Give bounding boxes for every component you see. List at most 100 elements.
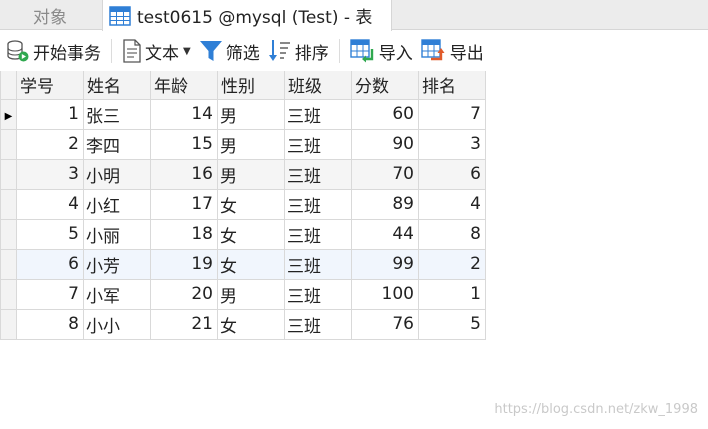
- cell-name[interactable]: 小芳: [83, 248, 151, 280]
- cell-age[interactable]: 14: [150, 98, 218, 130]
- cell-name[interactable]: 小小: [83, 308, 151, 340]
- cell-score[interactable]: 70: [351, 158, 419, 190]
- cell-age[interactable]: 18: [150, 218, 218, 250]
- tab-table-label: test0615 @mysql (Test) - 表: [137, 8, 373, 28]
- column-header-rank[interactable]: 排名: [418, 71, 486, 100]
- cell-name[interactable]: 小明: [83, 158, 151, 190]
- cell-age[interactable]: 16: [150, 158, 218, 190]
- begin-transaction-button[interactable]: 开始事务: [2, 35, 105, 67]
- funnel-filter-icon: [199, 41, 222, 61]
- cell-student-id[interactable]: 6: [16, 248, 84, 280]
- text-view-button[interactable]: 文本 ▼: [118, 35, 195, 67]
- filter-button[interactable]: 筛选: [195, 35, 264, 67]
- cell-score[interactable]: 44: [351, 218, 419, 250]
- watermark: https://blog.csdn.net/zkw_1998: [494, 402, 698, 417]
- cell-score[interactable]: 60: [351, 98, 419, 130]
- cell-class[interactable]: 三班: [284, 128, 352, 160]
- column-header-age[interactable]: 年龄: [150, 71, 218, 100]
- row-selector[interactable]: [0, 158, 17, 190]
- export-button[interactable]: 导出: [417, 35, 488, 67]
- export-label: 导出: [449, 43, 484, 64]
- cell-score[interactable]: 89: [351, 188, 419, 220]
- table-row[interactable]: 3 小明 16 男 三班 70 6: [0, 158, 486, 190]
- cell-class[interactable]: 三班: [284, 278, 352, 310]
- cell-rank[interactable]: 6: [418, 158, 486, 190]
- cell-gender[interactable]: 女: [217, 308, 285, 340]
- database-transaction-icon: [7, 40, 29, 62]
- cell-class[interactable]: 三班: [284, 188, 352, 220]
- row-selector[interactable]: [0, 308, 17, 340]
- cell-name[interactable]: 小红: [83, 188, 151, 220]
- table-row[interactable]: 8 小小 21 女 三班 76 5: [0, 308, 486, 340]
- cell-score[interactable]: 76: [351, 308, 419, 340]
- cell-gender[interactable]: 男: [217, 158, 285, 190]
- cell-age[interactable]: 21: [150, 308, 218, 340]
- table-row[interactable]: 6 小芳 19 女 三班 99 2: [0, 248, 486, 280]
- cell-student-id[interactable]: 2: [16, 128, 84, 160]
- cell-gender[interactable]: 男: [217, 98, 285, 130]
- import-button[interactable]: 导入: [346, 35, 417, 67]
- cell-score[interactable]: 100: [351, 278, 419, 310]
- begin-transaction-label: 开始事务: [33, 43, 101, 64]
- cell-name[interactable]: 小军: [83, 278, 151, 310]
- row-selector[interactable]: [0, 188, 17, 220]
- chevron-down-icon[interactable]: ▼: [183, 46, 191, 57]
- cell-age[interactable]: 20: [150, 278, 218, 310]
- cell-gender[interactable]: 女: [217, 218, 285, 250]
- column-header-class[interactable]: 班级: [284, 71, 352, 100]
- row-selector[interactable]: ▶: [0, 98, 17, 130]
- cell-rank[interactable]: 2: [418, 248, 486, 280]
- cell-rank[interactable]: 3: [418, 128, 486, 160]
- cell-student-id[interactable]: 1: [16, 98, 84, 130]
- cell-class[interactable]: 三班: [284, 218, 352, 250]
- cell-gender[interactable]: 男: [217, 128, 285, 160]
- cell-student-id[interactable]: 5: [16, 218, 84, 250]
- column-header-student-id[interactable]: 学号: [16, 71, 84, 100]
- table-row[interactable]: 2 李四 15 男 三班 90 3: [0, 128, 486, 160]
- cell-student-id[interactable]: 3: [16, 158, 84, 190]
- filter-label: 筛选: [225, 43, 260, 64]
- cell-class[interactable]: 三班: [284, 308, 352, 340]
- sort-label: 排序: [294, 43, 329, 64]
- cell-class[interactable]: 三班: [284, 248, 352, 280]
- cell-rank[interactable]: 4: [418, 188, 486, 220]
- row-selector[interactable]: [0, 218, 17, 250]
- cell-rank[interactable]: 7: [418, 98, 486, 130]
- row-selector[interactable]: [0, 248, 17, 280]
- cell-age[interactable]: 15: [150, 128, 218, 160]
- tab-objects[interactable]: 对象: [0, 0, 100, 30]
- cell-gender[interactable]: 女: [217, 188, 285, 220]
- cell-age[interactable]: 19: [150, 248, 218, 280]
- cell-age[interactable]: 17: [150, 188, 218, 220]
- column-header-name[interactable]: 姓名: [83, 71, 151, 100]
- cell-name[interactable]: 小丽: [83, 218, 151, 250]
- cell-rank[interactable]: 1: [418, 278, 486, 310]
- cell-rank[interactable]: 5: [418, 308, 486, 340]
- table-row[interactable]: 5 小丽 18 女 三班 44 8: [0, 218, 486, 250]
- cell-name[interactable]: 张三: [83, 98, 151, 130]
- cell-class[interactable]: 三班: [284, 158, 352, 190]
- import-label: 导入: [378, 43, 413, 64]
- table-row[interactable]: 4 小红 17 女 三班 89 4: [0, 188, 486, 220]
- row-selector[interactable]: [0, 128, 17, 160]
- current-row-arrow-icon: ▶: [4, 111, 13, 122]
- cell-gender[interactable]: 男: [217, 278, 285, 310]
- cell-name[interactable]: 李四: [83, 128, 151, 160]
- cell-class[interactable]: 三班: [284, 98, 352, 130]
- tab-table-test0615[interactable]: test0615 @mysql (Test) - 表: [102, 0, 392, 31]
- row-header-corner[interactable]: [0, 71, 17, 100]
- row-selector[interactable]: [0, 278, 17, 310]
- sort-button[interactable]: 排序: [264, 35, 333, 67]
- cell-rank[interactable]: 8: [418, 218, 486, 250]
- cell-student-id[interactable]: 7: [16, 278, 84, 310]
- table-row[interactable]: ▶ 1 张三 14 男 三班 60 7: [0, 98, 486, 130]
- cell-score[interactable]: 90: [351, 128, 419, 160]
- cell-gender[interactable]: 女: [217, 248, 285, 280]
- table-row[interactable]: 7 小军 20 男 三班 100 1: [0, 278, 486, 310]
- cell-score[interactable]: 99: [351, 248, 419, 280]
- column-header-score[interactable]: 分数: [351, 71, 419, 100]
- cell-student-id[interactable]: 8: [16, 308, 84, 340]
- column-header-gender[interactable]: 性别: [217, 71, 285, 100]
- cell-student-id[interactable]: 4: [16, 188, 84, 220]
- tab-objects-label: 对象: [33, 7, 67, 28]
